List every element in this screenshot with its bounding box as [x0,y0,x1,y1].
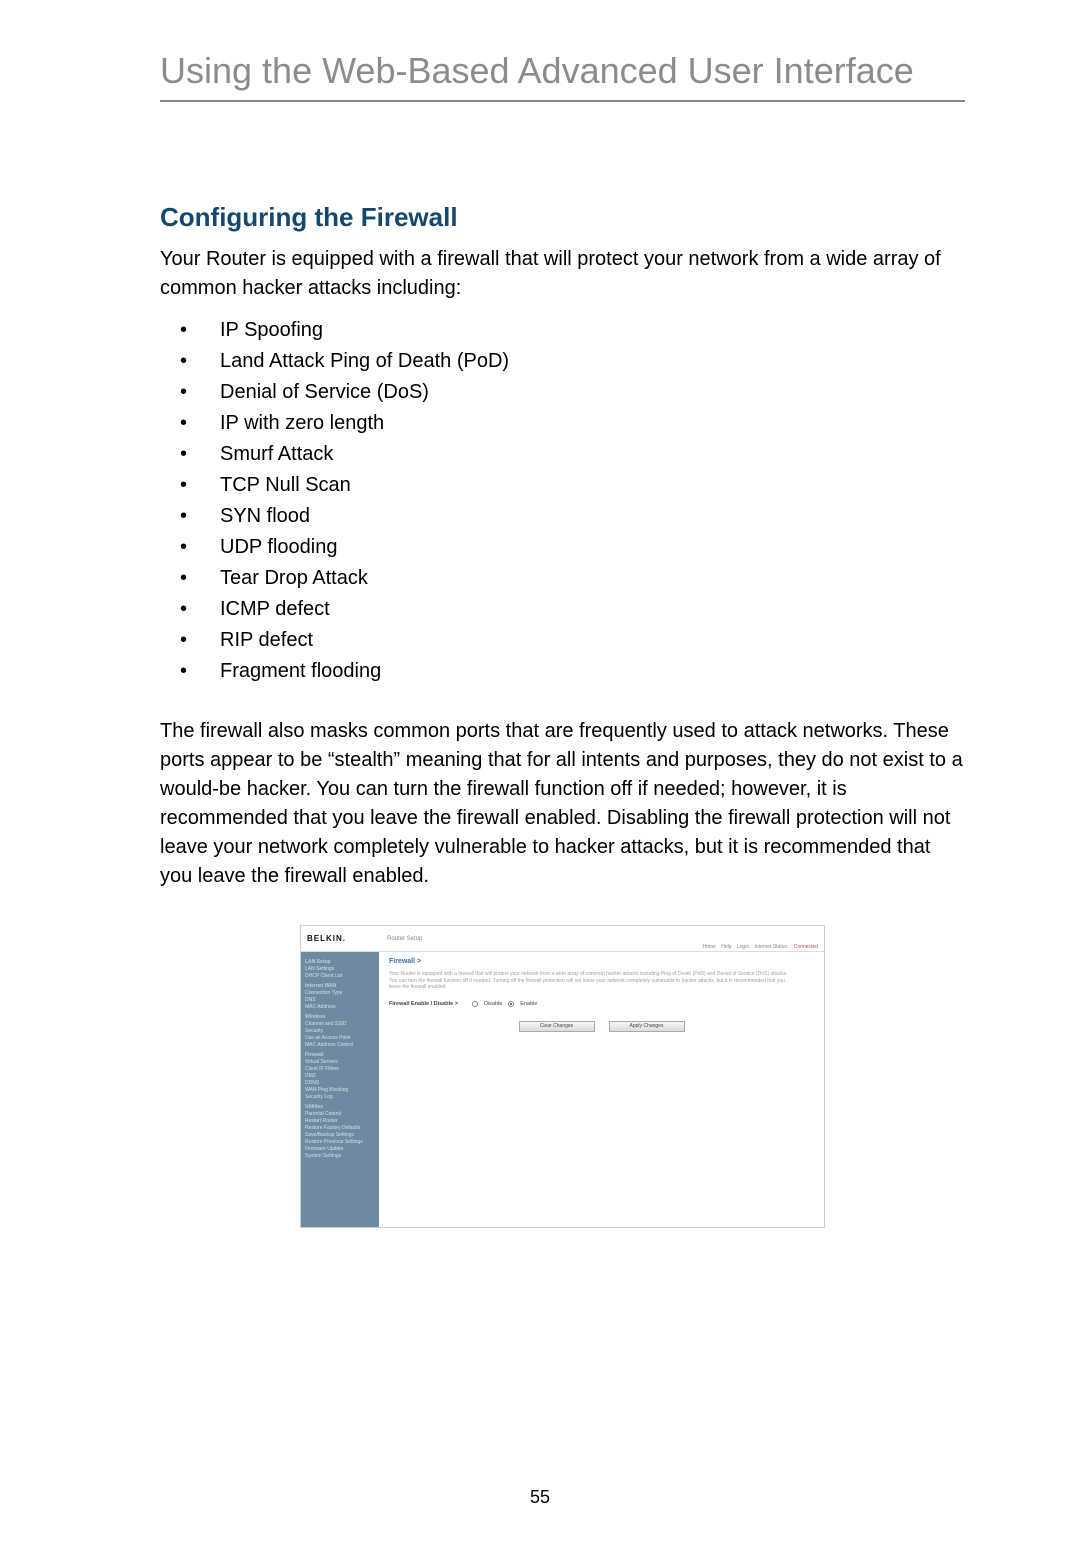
list-item: SYN flood [160,501,965,532]
sidebar-item[interactable]: MAC Address Control [305,1042,379,1048]
list-item: ICMP defect [160,594,965,625]
list-item: Tear Drop Attack [160,563,965,594]
sidebar-item[interactable]: Use as Access Point [305,1035,379,1041]
screenshot-button-row: Clear Changes Apply Changes [389,1021,814,1032]
sidebar-item[interactable]: Restore Factory Defaults [305,1125,379,1131]
sidebar-item[interactable]: Client IP Filters [305,1066,379,1072]
horizontal-rule [160,100,965,102]
sidebar-item[interactable]: Connection Type [305,990,379,996]
sidebar-group: Wireless [305,1014,379,1020]
page-number: 55 [0,1487,1080,1508]
brand-logo: BELKIN. [307,934,346,943]
sidebar-item[interactable]: Virtual Servers [305,1059,379,1065]
sidebar-group: Firewall [305,1052,379,1058]
sidebar-item[interactable]: Parental Control [305,1111,379,1117]
sidebar-item[interactable]: LAN Settings [305,966,379,972]
list-item: RIP defect [160,625,965,656]
sidebar-group: LAN Setup [305,959,379,965]
top-status-label: Internet Status: [755,944,789,950]
manual-page: Using the Web-Based Advanced User Interf… [0,0,1080,1542]
top-right-links: Home Help Login Internet Status: Connect… [698,944,818,950]
sidebar-item[interactable]: Restart Router [305,1118,379,1124]
list-item: TCP Null Scan [160,470,965,501]
radio-group-label: Firewall Enable / Disable > [389,1001,458,1007]
list-item: Land Attack Ping of Death (PoD) [160,346,965,377]
top-link-help[interactable]: Help [721,944,731,950]
router-admin-screenshot: BELKIN. Router Setup Home Help Login Int… [300,925,825,1228]
sidebar-item[interactable]: Channel and SSID [305,1021,379,1027]
sidebar-item[interactable]: DMZ [305,1073,379,1079]
radio-enable-label: Enable [520,1001,537,1007]
followup-paragraph: The firewall also masks common ports tha… [160,717,965,891]
list-item: IP Spoofing [160,315,965,346]
screenshot-wrapper: BELKIN. Router Setup Home Help Login Int… [300,925,825,1228]
sidebar-item[interactable]: Security Log [305,1094,379,1100]
sidebar-item[interactable]: Security [305,1028,379,1034]
top-status-value: Connected [794,944,818,950]
sidebar-item[interactable]: WAN Ping Blocking [305,1087,379,1093]
sidebar-group: Internet WAN [305,983,379,989]
sidebar-item[interactable]: Firmware Update [305,1146,379,1152]
list-item: Denial of Service (DoS) [160,377,965,408]
sidebar-item[interactable]: System Settings [305,1153,379,1159]
sidebar-item[interactable]: Restore Previous Settings [305,1139,379,1145]
apply-changes-button[interactable]: Apply Changes [609,1021,685,1032]
sidebar-item[interactable]: DDNS [305,1080,379,1086]
screenshot-sidebar: LAN Setup LAN Settings DHCP Client List … [301,952,379,1227]
attack-list: IP Spoofing Land Attack Ping of Death (P… [160,315,965,687]
list-item: Smurf Attack [160,439,965,470]
radio-enable[interactable] [508,1001,514,1007]
clear-changes-button[interactable]: Clear Changes [519,1021,595,1032]
screenshot-desc-line: Your Router is equipped with a firewall … [389,971,793,991]
top-link-login[interactable]: Login [737,944,749,950]
radio-disable[interactable] [472,1001,478,1007]
sidebar-group: Utilities [305,1104,379,1110]
top-subtitle: Router Setup [387,936,422,942]
screenshot-topbar: BELKIN. Router Setup Home Help Login Int… [301,926,824,952]
screenshot-page-title: Firewall > [389,958,814,965]
section-title: Configuring the Firewall [160,202,965,233]
sidebar-item[interactable]: MAC Address [305,1004,379,1010]
list-item: UDP flooding [160,532,965,563]
screenshot-description: Your Router is equipped with a firewall … [389,971,793,991]
screenshot-main: Firewall > Your Router is equipped with … [379,952,824,1227]
sidebar-item[interactable]: Save/Backup Settings [305,1132,379,1138]
chapter-title: Using the Web-Based Advanced User Interf… [160,50,965,92]
firewall-radio-row: Firewall Enable / Disable > Disable Enab… [389,1001,814,1007]
sidebar-item[interactable]: DNS [305,997,379,1003]
list-item: Fragment flooding [160,656,965,687]
intro-paragraph: Your Router is equipped with a firewall … [160,245,965,303]
sidebar-item[interactable]: DHCP Client List [305,973,379,979]
list-item: IP with zero length [160,408,965,439]
radio-disable-label: Disable [484,1001,502,1007]
top-link-home[interactable]: Home [702,944,715,950]
